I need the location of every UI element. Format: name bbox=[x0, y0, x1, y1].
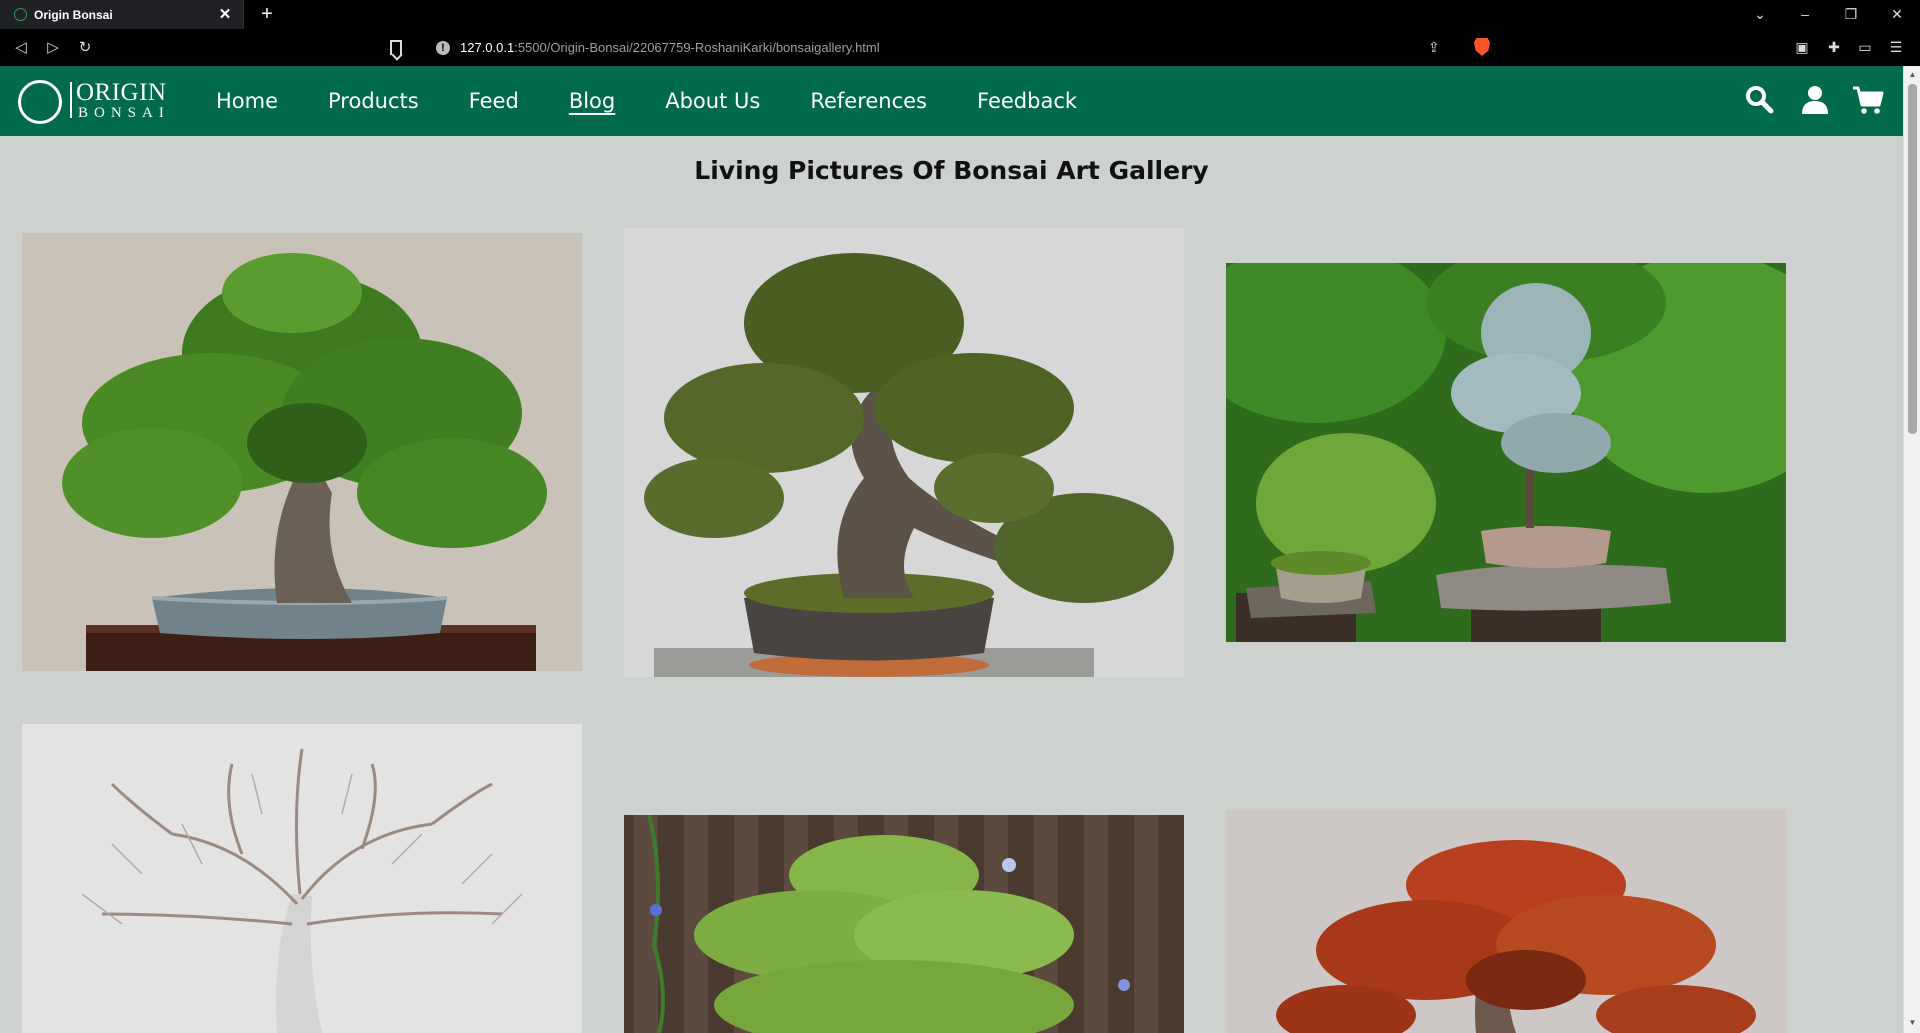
browser-tab[interactable]: Origin Bonsai ✕ bbox=[0, 0, 244, 29]
menu-icon[interactable]: ☰ bbox=[1887, 38, 1905, 56]
url-path: :5500/Origin-Bonsai/22067759-RoshaniKark… bbox=[514, 40, 880, 55]
bonsai-image bbox=[1226, 263, 1786, 642]
page-scrollbar[interactable]: ▲ ▼ bbox=[1903, 66, 1920, 1033]
tab-title: Origin Bonsai bbox=[34, 7, 113, 22]
origin-bonsai-logo[interactable]: ORIGIN BONSAI bbox=[18, 78, 168, 126]
bookmark-icon[interactable] bbox=[390, 40, 402, 55]
url-host: 127.0.0.1 bbox=[460, 40, 515, 55]
close-window-icon[interactable]: ✕ bbox=[1882, 4, 1912, 24]
tab-search-icon[interactable]: ⌄ bbox=[1745, 4, 1775, 24]
back-icon[interactable]: ◁ bbox=[10, 37, 32, 59]
site-info-icon[interactable]: ! bbox=[436, 40, 450, 55]
scroll-down-icon[interactable]: ▼ bbox=[1908, 1018, 1917, 1027]
gallery-image-3[interactable] bbox=[1226, 263, 1786, 642]
site-header: ORIGIN BONSAI Home Products Feed Blog Ab… bbox=[0, 66, 1903, 136]
main-nav: Home Products Feed Blog About Us Referen… bbox=[216, 66, 1127, 136]
gallery-image-6[interactable] bbox=[1226, 810, 1786, 1033]
gallery-image-2[interactable] bbox=[624, 228, 1184, 677]
bonsai-image bbox=[22, 233, 582, 671]
user-icon[interactable] bbox=[1799, 84, 1831, 116]
logo-text-top: ORIGIN bbox=[76, 79, 167, 106]
brave-shield-icon[interactable] bbox=[1474, 38, 1490, 56]
site-favicon-icon bbox=[14, 8, 27, 21]
forward-icon[interactable]: ▷ bbox=[42, 37, 64, 59]
nav-references[interactable]: References bbox=[810, 89, 927, 113]
gallery-image-5[interactable] bbox=[624, 815, 1184, 1033]
nav-about-us[interactable]: About Us bbox=[665, 89, 760, 113]
close-tab-icon[interactable]: ✕ bbox=[215, 5, 235, 25]
sidebar-icon[interactable]: ▭ bbox=[1856, 38, 1874, 56]
logo-divider bbox=[70, 82, 72, 118]
scrollbar-thumb[interactable] bbox=[1908, 84, 1917, 434]
gallery-image-4[interactable] bbox=[22, 724, 582, 1033]
share-icon[interactable]: ⇪ bbox=[1428, 39, 1444, 55]
restore-icon[interactable]: ❐ bbox=[1836, 4, 1866, 24]
bonsai-image bbox=[22, 724, 582, 1033]
bonsai-image bbox=[624, 815, 1184, 1033]
minimize-icon[interactable]: – bbox=[1790, 4, 1820, 24]
logo-circle-icon bbox=[18, 80, 62, 124]
extension-icon[interactable]: ▣ bbox=[1793, 38, 1811, 56]
logo-text-bottom: BONSAI bbox=[78, 105, 170, 121]
new-tab-icon[interactable]: + bbox=[256, 3, 278, 25]
nav-feed[interactable]: Feed bbox=[469, 89, 519, 113]
bonsai-image bbox=[1226, 810, 1786, 1033]
nav-products[interactable]: Products bbox=[328, 89, 419, 113]
url-field[interactable]: ! 127.0.0.1:5500/Origin-Bonsai/22067759-… bbox=[382, 34, 1457, 61]
gallery-image-1[interactable] bbox=[22, 233, 582, 671]
bonsai-image bbox=[624, 228, 1184, 677]
url-text: 127.0.0.1:5500/Origin-Bonsai/22067759-Ro… bbox=[460, 40, 880, 55]
nav-home[interactable]: Home bbox=[216, 89, 278, 113]
reload-icon[interactable]: ↻ bbox=[74, 37, 96, 59]
scroll-up-icon[interactable]: ▲ bbox=[1908, 70, 1917, 79]
cart-icon[interactable] bbox=[1852, 84, 1884, 116]
browser-address-bar: ◁ ▷ ↻ ! 127.0.0.1:5500/Origin-Bonsai/220… bbox=[0, 29, 1920, 66]
browser-tab-bar: Origin Bonsai ✕ + ⌄ – ❐ ✕ bbox=[0, 0, 1920, 29]
puzzle-icon[interactable]: ✚ bbox=[1825, 38, 1843, 56]
gallery-title: Living Pictures Of Bonsai Art Gallery bbox=[694, 156, 1209, 185]
search-icon[interactable] bbox=[1744, 84, 1776, 116]
nav-blog[interactable]: Blog bbox=[569, 89, 615, 113]
nav-feedback[interactable]: Feedback bbox=[977, 89, 1077, 113]
